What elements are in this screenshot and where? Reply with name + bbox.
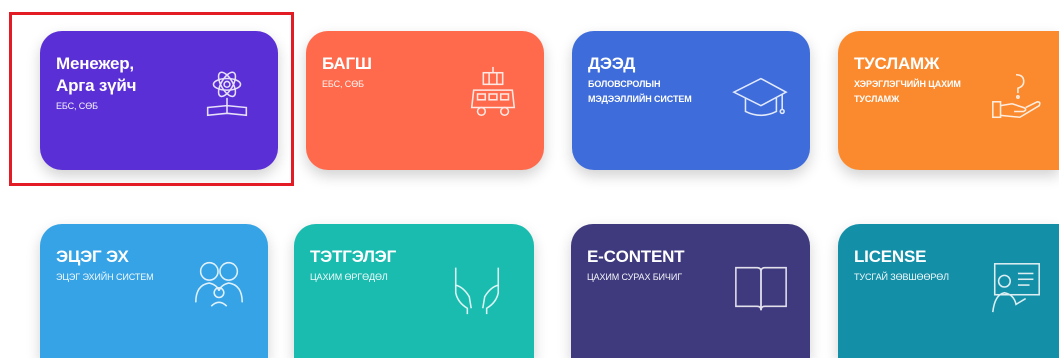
open-book-icon xyxy=(732,258,790,316)
tile-e-content[interactable]: E-CONTENT ЦАХИМ СУРАХ БИЧИГ xyxy=(571,224,810,358)
school-bus-icon xyxy=(464,65,522,123)
parents-icon xyxy=(190,254,248,312)
graduation-cap-icon xyxy=(730,67,788,125)
open-hands-icon xyxy=(448,258,506,316)
selection-highlight-box xyxy=(9,12,294,186)
tile-parents[interactable]: ЭЦЭГ ЭХ ЭЦЭГ ЭХИЙН СИСТЕМ xyxy=(40,224,268,358)
tile-license[interactable]: LICENSE ТУСГАЙ ЗӨВШӨӨРӨЛ xyxy=(838,224,1059,358)
tile-scholarship[interactable]: ТЭТГЭЛЭГ ЦАХИМ ӨРГӨДӨЛ xyxy=(294,224,534,358)
presenter-board-icon xyxy=(987,258,1045,316)
tile-teacher[interactable]: БАГШ ЕБС, СӨБ xyxy=(306,31,544,170)
help-hand-icon xyxy=(987,67,1045,125)
tile-help[interactable]: ТУСЛАМЖ ХЭРЭГЛЭГЧИЙН ЦАХИМ ТУСЛАМЖ xyxy=(838,31,1059,170)
tile-higher-education[interactable]: ДЭЭД БОЛОВСРОЛЫН МЭДЭЭЛЛИЙН СИСТЕМ xyxy=(572,31,810,170)
